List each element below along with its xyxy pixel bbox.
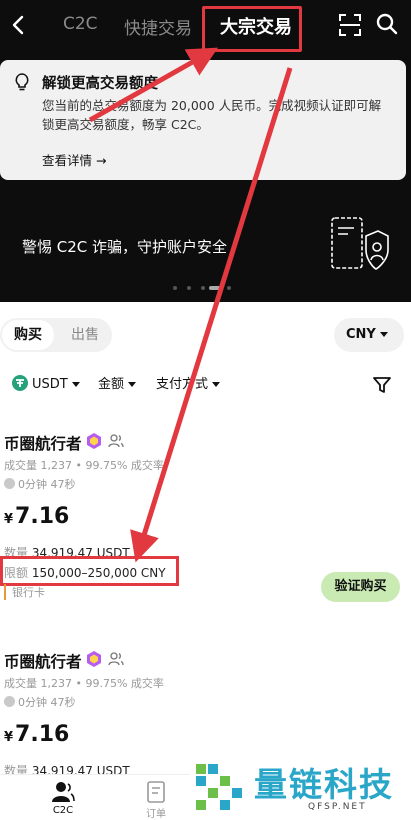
watermark-logo	[194, 760, 248, 816]
release-time: 0分钟 47秒	[4, 476, 76, 492]
tab-c2c[interactable]: C2C	[63, 14, 98, 34]
clock-icon	[4, 478, 15, 489]
merchant-stats: 成交量 1,237 • 99.75% 成交率	[4, 459, 164, 472]
verify-buy-button[interactable]: 验证购买	[321, 572, 400, 602]
merchant-badge-icon	[85, 650, 103, 668]
back-arrow-icon[interactable]	[8, 11, 30, 39]
watermark-text: 量链科技	[254, 765, 394, 804]
notice-details-link[interactable]: 查看详情 →	[42, 150, 106, 169]
pagination-dot[interactable]	[201, 286, 205, 290]
filter-bar: USDT 金额 支付方式	[12, 374, 402, 396]
usdt-icon	[12, 375, 28, 391]
payment-filter-label: 支付方式	[156, 377, 209, 392]
lightbulb-icon	[14, 73, 30, 91]
merchant-stats: 成交量 1,237 • 99.75% 成交率	[4, 677, 164, 690]
header-area: C2C 快捷交易 大宗交易 解锁更高交易额度 您当前的总交易额度为 20,000…	[0, 0, 411, 302]
currency-selector[interactable]: CNY	[334, 318, 404, 352]
order-icon	[144, 781, 168, 803]
shield-security-icon	[328, 214, 390, 276]
chevron-down-icon	[71, 382, 80, 387]
tab-buy[interactable]: 购买	[2, 320, 54, 350]
watermark-subtext: QFSP.NET	[308, 802, 367, 812]
notice-body: 您当前的总交易额度为 20,000 人民币。完成视频认证即可解锁更高交易额度，畅…	[42, 98, 382, 132]
clock-icon	[4, 696, 15, 707]
pagination-dot[interactable]	[227, 286, 231, 290]
banner-text[interactable]: 警惕 C2C 诈骗，守护账户安全	[22, 236, 227, 257]
tab-quick-trade[interactable]: 快捷交易	[124, 14, 192, 39]
pagination-dot[interactable]	[187, 286, 191, 290]
listing-area: 购买 出售 CNY USDT 金额 支付方式 币圈航行者 成交量 1,237 •…	[0, 302, 411, 820]
funnel-icon[interactable]	[372, 375, 392, 395]
top-nav: C2C 快捷交易 大宗交易	[0, 0, 411, 52]
buy-sell-toggle: 购买 出售	[0, 318, 112, 352]
price: ¥7.16	[4, 722, 70, 747]
chevron-down-icon	[379, 332, 388, 337]
price: ¥7.16	[4, 504, 70, 529]
release-time: 0分钟 47秒	[4, 694, 76, 710]
notice-title: 解锁更高交易额度	[42, 76, 158, 92]
user-icon	[51, 781, 75, 803]
payment-method: 银行卡	[4, 584, 45, 600]
chevron-down-icon	[128, 382, 137, 387]
amount-filter[interactable]: 金额	[98, 374, 137, 396]
bottom-nav-label: C2C	[52, 805, 74, 816]
tab-sell[interactable]: 出售	[62, 320, 108, 350]
asset-filter-label: USDT	[32, 377, 68, 392]
chevron-down-icon	[212, 382, 221, 387]
watermark: 量链科技 QFSP.NET	[190, 756, 411, 820]
annotation-highlight-box	[0, 556, 179, 586]
bottom-nav-c2c[interactable]: C2C	[33, 781, 93, 816]
merchant-badge-icon	[85, 432, 103, 450]
limit-notice-card: 解锁更高交易额度 您当前的总交易额度为 20,000 人民币。完成视频认证即可解…	[0, 60, 406, 180]
currency-value: CNY	[346, 327, 376, 342]
search-icon[interactable]	[376, 13, 398, 35]
bottom-nav-orders[interactable]: 订单	[126, 781, 186, 820]
scan-icon[interactable]	[339, 14, 361, 36]
pagination-dot-active[interactable]	[209, 286, 221, 290]
merchant-name[interactable]: 币圈航行者	[4, 432, 82, 454]
amount-filter-label: 金额	[98, 377, 125, 392]
asset-filter[interactable]: USDT	[12, 374, 80, 396]
pagination-dot[interactable]	[173, 286, 177, 290]
users-icon	[108, 651, 124, 667]
merchant-name[interactable]: 币圈航行者	[4, 650, 82, 672]
bottom-nav-label: 订单	[146, 809, 166, 820]
users-icon	[108, 433, 124, 449]
payment-filter[interactable]: 支付方式	[156, 374, 221, 396]
annotation-highlight-box	[202, 6, 302, 52]
